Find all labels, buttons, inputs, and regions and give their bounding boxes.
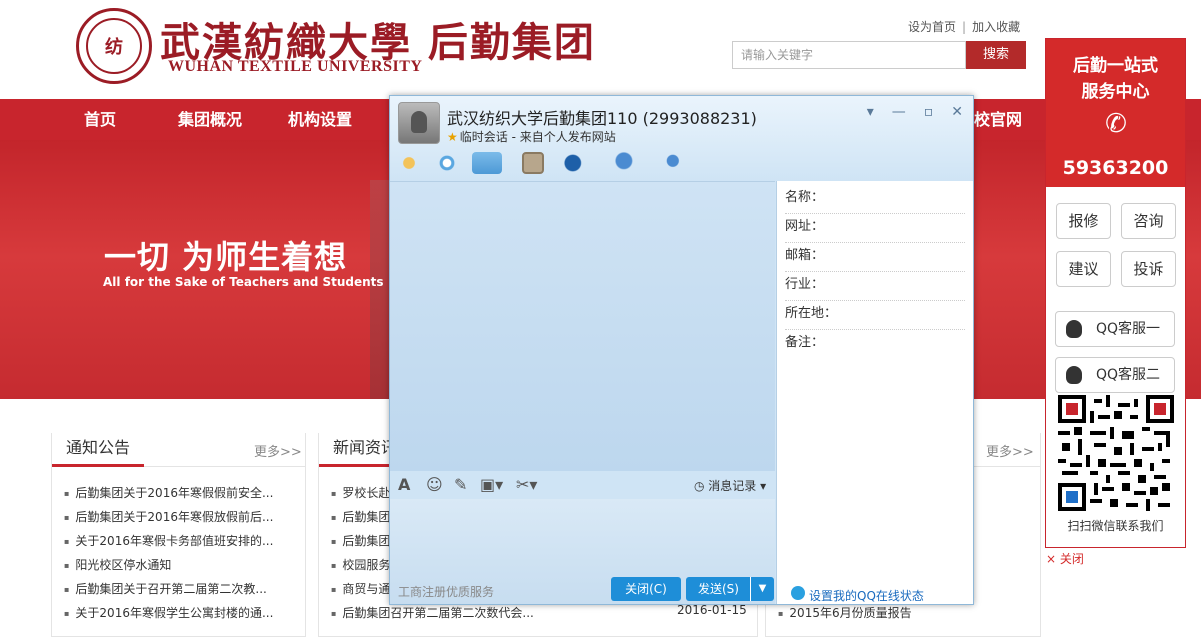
- edit-icon[interactable]: ✎: [454, 475, 467, 494]
- info-email-label: 邮箱：: [785, 243, 965, 272]
- remote-desktop-icon[interactable]: [522, 152, 544, 174]
- service-title-line1: 后勤一站式: [1073, 56, 1158, 76]
- service-title-line2: 服务中心: [1081, 82, 1150, 102]
- phone-icon: ✆: [1105, 109, 1127, 139]
- university-seal-logo[interactable]: 纺: [76, 8, 152, 84]
- chevron-down-icon[interactable]: ▼: [750, 577, 774, 601]
- video-call-icon[interactable]: [436, 152, 458, 174]
- qq-penguin-icon: [1066, 320, 1082, 338]
- service-center-header: 后勤一站式 服务中心 ✆ 59363200: [1046, 39, 1185, 187]
- image-icon[interactable]: ▣▾: [480, 475, 503, 494]
- qq-service-2-button[interactable]: QQ客服二: [1055, 357, 1175, 393]
- qq-service-2-label: QQ客服二: [1096, 367, 1161, 383]
- app-icon[interactable]: [560, 152, 592, 174]
- service-center-widget: 后勤一站式 服务中心 ✆ 59363200 报修 咨询 建议 投诉 QQ客服一 …: [1045, 38, 1186, 548]
- nav-university-site[interactable]: 校官网: [974, 99, 1022, 140]
- notice-list: 后勤集团关于2016年寒假假前安全... 后勤集团关于2016年寒假放假前后..…: [64, 481, 273, 625]
- notice-panel-title[interactable]: 通知公告: [52, 433, 145, 467]
- banner-slogan-en: All for the Sake of Teachers and Student…: [103, 275, 384, 289]
- service-phone-number: 59363200: [1062, 157, 1169, 179]
- site-header: 纺 武漢紡織大學 后勤集团 WUHAN TEXTILE UNIVERSITY 设…: [0, 0, 1201, 99]
- notice-panel: 通知公告 更多>> 后勤集团关于2016年寒假假前安全... 后勤集团关于201…: [51, 433, 306, 637]
- suggest-button[interactable]: 建议: [1056, 251, 1111, 287]
- banner-slogan-cn: 一切 为师生着想: [104, 238, 348, 276]
- screenshot-scissors-icon[interactable]: ✂▾: [516, 475, 537, 494]
- nav-home[interactable]: 首页: [84, 99, 116, 140]
- repair-button[interactable]: 报修: [1056, 203, 1111, 239]
- minimize-icon[interactable]: —: [892, 104, 906, 120]
- contact-info-panel: 名称： 网址： 邮箱： 行业： 所在地： 备注： 设置我的QQ在线状态: [776, 181, 973, 604]
- info-note-label: 备注：: [785, 335, 825, 350]
- nav-organization[interactable]: 机构设置: [288, 99, 352, 140]
- wechat-qr-code: [1058, 395, 1174, 511]
- chat-contact-name: 武汉纺织大学后勤集团110 (2993088231): [447, 109, 757, 128]
- qr-caption: 扫扫微信联系我们: [1067, 519, 1164, 533]
- qq-service-1-label: QQ客服一: [1096, 321, 1161, 337]
- file-transfer-icon[interactable]: [472, 152, 502, 174]
- window-controls: ▾ — ▫ ✕: [849, 104, 963, 120]
- avatar[interactable]: [398, 102, 440, 144]
- chevron-down-icon[interactable]: ▾: [867, 104, 874, 120]
- qq-status-icon: [791, 586, 805, 600]
- news-item-date: 2016-01-15: [677, 603, 747, 617]
- search-button[interactable]: 搜索: [966, 41, 1026, 69]
- input-toolbar: A ☺ ✎ ▣▾ ✂▾ ◷ 消息记录 ▾: [390, 471, 775, 499]
- report-more-link[interactable]: 更多>>: [986, 441, 1034, 460]
- add-favorite-link[interactable]: 加入收藏: [972, 20, 1020, 34]
- font-icon[interactable]: A: [398, 475, 410, 494]
- top-links: 设为首页 | 加入收藏: [908, 20, 1021, 34]
- qq-window-header[interactable]: 武汉纺织大学后勤集团110 (2993088231) ★ 临时会话 - 来自个人发…: [390, 96, 973, 181]
- list-item[interactable]: 后勤集团关于2016年寒假放假前后...: [64, 505, 273, 529]
- chat-session-type: ★ 临时会话 - 来自个人发布网站: [447, 130, 616, 144]
- page: 纺 武漢紡織大學 后勤集团 WUHAN TEXTILE UNIVERSITY 设…: [0, 0, 1201, 637]
- remove-contact-icon[interactable]: [612, 152, 646, 174]
- info-website-label: 网址：: [785, 214, 965, 243]
- list-item[interactable]: 后勤集团关于召开第二届第二次教...: [64, 577, 273, 601]
- chat-message-area[interactable]: [390, 181, 775, 471]
- list-item[interactable]: 阳光校区停水通知: [64, 553, 273, 577]
- service-ad-text[interactable]: 工商注册优质服务: [398, 583, 494, 600]
- list-item[interactable]: 关于2016年寒假卡务部值班安排的...: [64, 529, 273, 553]
- logo-title-en: WUHAN TEXTILE UNIVERSITY: [168, 58, 423, 75]
- set-homepage-link[interactable]: 设为首页: [908, 20, 956, 34]
- nav-group-overview[interactable]: 集团概况: [178, 99, 242, 140]
- consult-button[interactable]: 咨询: [1121, 203, 1176, 239]
- list-item[interactable]: 关于2016年寒假学生公寓封楼的通...: [64, 601, 273, 625]
- voice-call-icon[interactable]: [398, 152, 420, 174]
- add-contact-icon[interactable]: [664, 152, 686, 174]
- search-input[interactable]: 请输入关键字: [732, 41, 966, 69]
- info-location-label: 所在地：: [785, 301, 965, 330]
- complaint-button[interactable]: 投诉: [1121, 251, 1176, 287]
- info-name-label: 名称：: [785, 185, 965, 214]
- qq-service-1-button[interactable]: QQ客服一: [1055, 311, 1175, 347]
- message-record-button[interactable]: ◷ 消息记录 ▾: [694, 477, 766, 494]
- close-button[interactable]: 关闭(C): [611, 577, 681, 601]
- qq-penguin-icon: [1066, 366, 1082, 384]
- list-item[interactable]: 后勤集团关于2016年寒假假前安全...: [64, 481, 273, 505]
- info-industry-label: 行业：: [785, 272, 965, 301]
- send-button[interactable]: 发送(S) ▼: [686, 577, 774, 601]
- set-online-status-link[interactable]: 设置我的QQ在线状态: [809, 587, 924, 604]
- widget-close-link[interactable]: × 关闭: [1046, 550, 1084, 567]
- maximize-icon[interactable]: ▫: [924, 104, 934, 120]
- star-icon: ★: [447, 130, 458, 144]
- notice-more-link[interactable]: 更多>>: [254, 441, 302, 460]
- emoji-icon[interactable]: ☺: [426, 475, 443, 494]
- qq-chat-window: 武汉纺织大学后勤集团110 (2993088231) ★ 临时会话 - 来自个人发…: [389, 95, 974, 605]
- message-input[interactable]: 工商注册优质服务 关闭(C) 发送(S) ▼: [390, 499, 775, 604]
- close-icon[interactable]: ✕: [951, 104, 963, 120]
